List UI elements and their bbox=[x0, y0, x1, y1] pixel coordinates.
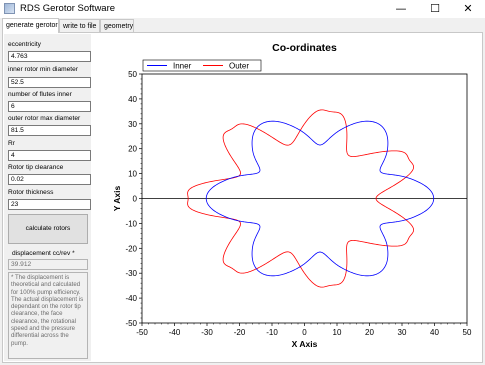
x-tick-label: 20 bbox=[365, 328, 374, 337]
x-tick-label: 0 bbox=[302, 328, 307, 337]
thickness-label: Rotor thickness bbox=[8, 189, 54, 196]
tip-clearance-label: Rotor tip clearance bbox=[8, 164, 64, 171]
y-tick-label: -20 bbox=[125, 244, 137, 253]
coordinates-chart: Co-ordinates -50 -40 -30 -20 -10 0 10 20 30 40 50 -5… bbox=[112, 42, 472, 349]
x-tick-label: 10 bbox=[333, 328, 342, 337]
inner-min-diameter-label: inner rotor min diameter bbox=[8, 66, 78, 73]
legend-inner-label: Inner bbox=[173, 62, 192, 71]
y-tick-label: 20 bbox=[128, 145, 137, 154]
close-button[interactable]: ✕ bbox=[451, 0, 485, 18]
y-tick-label: 50 bbox=[128, 70, 137, 79]
displacement-label: displacement cc/rev * bbox=[12, 250, 75, 257]
legend-outer-label: Outer bbox=[229, 62, 249, 71]
inner-min-diameter-field[interactable]: 52.5 bbox=[8, 77, 91, 88]
x-tick-label: -40 bbox=[169, 328, 181, 337]
window-title: RDS Gerotor Software bbox=[20, 3, 116, 14]
outer-max-diameter-field[interactable]: 81.5 bbox=[8, 125, 91, 136]
x-tick-label: -30 bbox=[201, 328, 213, 337]
eccentricity-field[interactable]: 4.763 bbox=[8, 51, 91, 62]
x-axis-label: X Axis bbox=[292, 339, 318, 349]
outer-max-diameter-label: outer rotor max diameter bbox=[8, 115, 81, 122]
y-tick-label: 0 bbox=[133, 195, 138, 204]
x-tick-label: -50 bbox=[136, 328, 148, 337]
x-tick-label: -10 bbox=[266, 328, 278, 337]
title-bar: RDS Gerotor Software — ☐ ✕ bbox=[0, 0, 485, 18]
coordinates-plot: Co-ordinates -50 -40 -30 -20 -10 0 10 20 30 40 50 -5… bbox=[95, 35, 481, 360]
minimize-button[interactable]: — bbox=[384, 0, 418, 18]
y-axis-label: Y Axis bbox=[112, 185, 122, 211]
rr-field[interactable]: 4 bbox=[8, 150, 91, 161]
rr-label: Rr bbox=[8, 140, 15, 147]
eccentricity-label: eccentricity bbox=[8, 41, 41, 48]
app-icon bbox=[4, 3, 15, 14]
y-tick-label: 40 bbox=[128, 95, 137, 104]
app-window: RDS Gerotor Software — ☐ ✕ generate gero… bbox=[0, 0, 485, 365]
thickness-field[interactable]: 23 bbox=[8, 199, 91, 210]
displacement-field: 39.912 bbox=[8, 259, 88, 270]
calculate-rotors-button[interactable]: calculate rotors bbox=[8, 214, 88, 244]
chart-title: Co-ordinates bbox=[272, 42, 337, 54]
y-tick-label: -50 bbox=[125, 319, 137, 328]
x-tick-label: 50 bbox=[463, 328, 472, 337]
y-tick-label: -40 bbox=[125, 294, 137, 303]
tab-write-to-file[interactable]: write to file bbox=[59, 19, 100, 32]
tab-generate-gerotor[interactable]: generate gerotor bbox=[2, 18, 59, 33]
maximize-button[interactable]: ☐ bbox=[418, 0, 452, 18]
x-tick-label: -20 bbox=[234, 328, 246, 337]
x-tick-label: 30 bbox=[398, 328, 407, 337]
x-tick-label: 40 bbox=[430, 328, 439, 337]
tab-geometry[interactable]: geometry bbox=[100, 19, 134, 32]
y-tick-label: 10 bbox=[128, 170, 137, 179]
y-tick-label: -30 bbox=[125, 269, 137, 278]
tip-clearance-field[interactable]: 0.02 bbox=[8, 174, 91, 185]
y-tick-label: 30 bbox=[128, 120, 137, 129]
y-tick-label: -10 bbox=[125, 219, 137, 228]
displacement-note: * The displacement is theoretical and ca… bbox=[8, 272, 88, 359]
flutes-inner-field[interactable]: 6 bbox=[8, 101, 91, 112]
flutes-inner-label: number of flutes inner bbox=[8, 91, 72, 98]
